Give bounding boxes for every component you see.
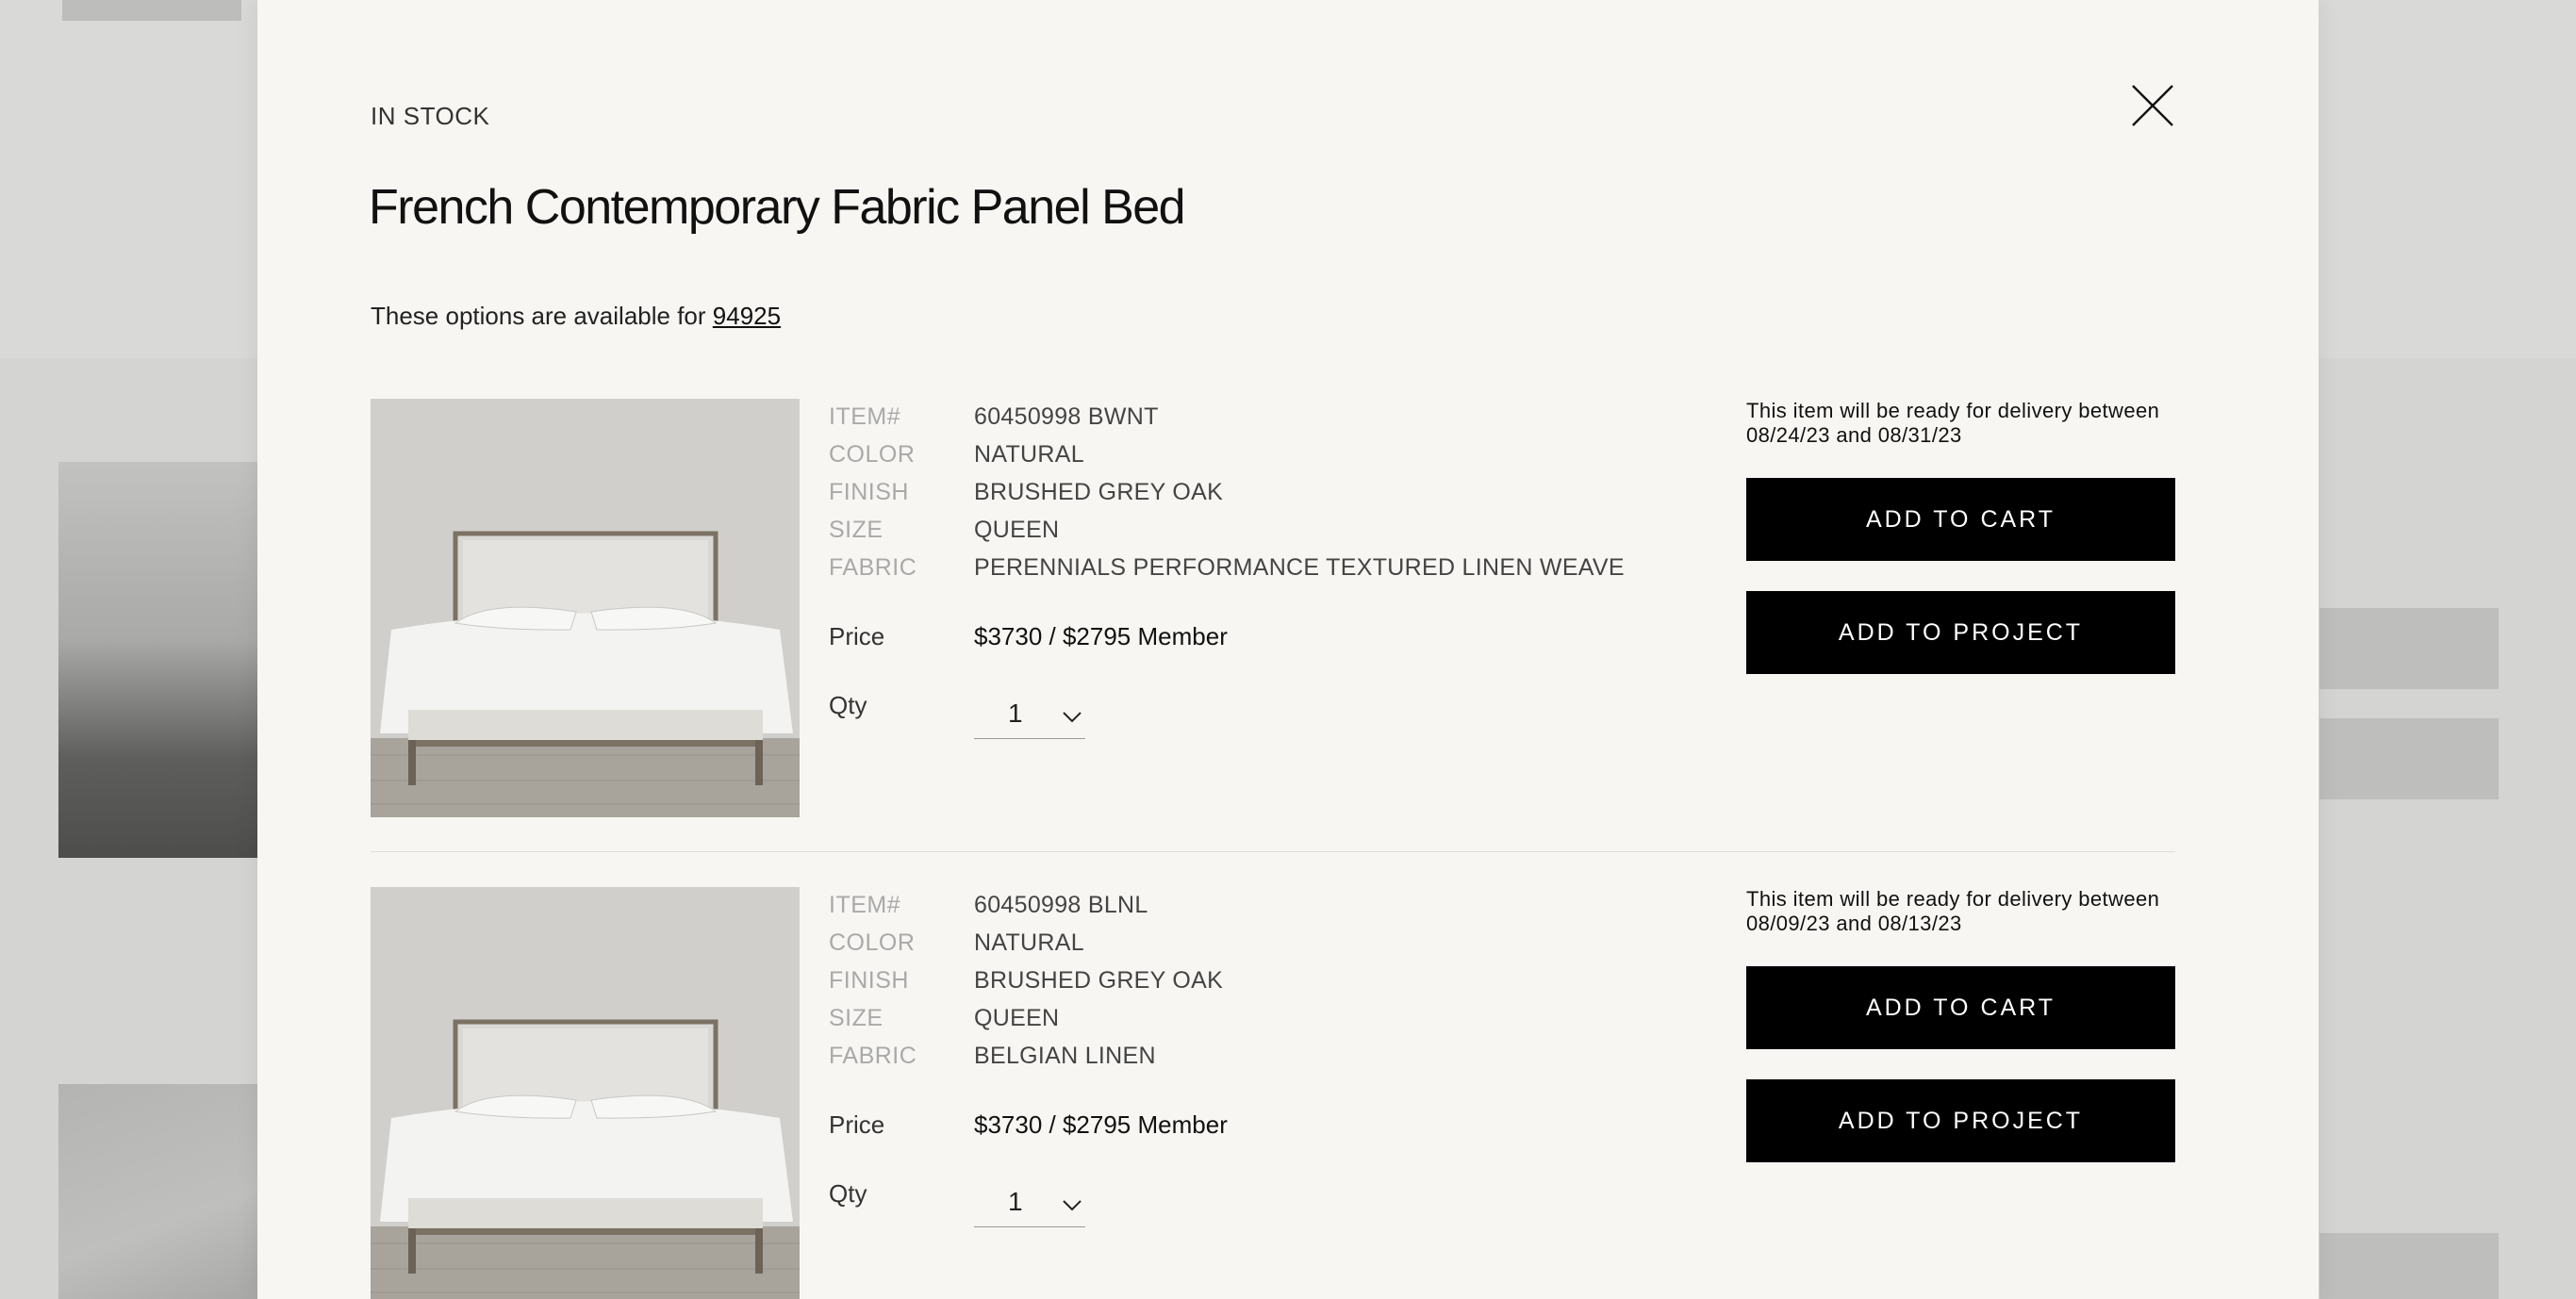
stock-status: IN STOCK xyxy=(371,102,490,130)
price-value: $3730 / $2795 Member xyxy=(974,1110,1228,1139)
item-value: 60450998 BWNT xyxy=(974,403,1159,430)
background-product-image xyxy=(58,462,285,858)
product-option: ITEM# 60450998 BWNT COLOR NATURAL FINISH… xyxy=(371,399,2175,817)
add-to-project-button[interactable]: ADD TO PROJECT xyxy=(1746,591,2175,674)
finish-label: FINISH xyxy=(829,479,909,505)
product-title: French Contemporary Fabric Panel Bed xyxy=(369,180,1186,235)
chevron-down-icon xyxy=(1063,712,1082,723)
availability-label: These options are available for xyxy=(371,302,713,330)
size-label: SIZE xyxy=(829,1005,883,1031)
finish-label: FINISH xyxy=(829,967,909,994)
bed-image xyxy=(371,887,800,1299)
finish-value: BRUSHED GREY OAK xyxy=(974,967,1224,994)
background-breadcrumb xyxy=(62,0,241,21)
qty-value: 1 xyxy=(1008,1187,1023,1216)
background-product-image xyxy=(58,1084,285,1299)
background-button xyxy=(2320,718,2499,799)
background-button xyxy=(2320,608,2499,689)
size-label: SIZE xyxy=(829,517,883,543)
fabric-value: BELGIAN LINEN xyxy=(974,1043,1156,1069)
price-value: $3730 / $2795 Member xyxy=(974,622,1228,650)
finish-value: BRUSHED GREY OAK xyxy=(974,479,1224,505)
price-label: Price xyxy=(829,622,885,650)
add-to-project-button[interactable]: ADD TO PROJECT xyxy=(1746,1079,2175,1162)
qty-dropdown[interactable]: 1 xyxy=(974,1179,1085,1227)
product-options-modal: IN STOCK French Contemporary Fabric Pane… xyxy=(257,0,2319,1299)
product-option: ITEM# 60450998 BLNL COLOR NATURAL FINISH… xyxy=(371,887,2175,1299)
qty-dropdown[interactable]: 1 xyxy=(974,691,1085,739)
color-value: NATURAL xyxy=(974,441,1084,468)
price-label: Price xyxy=(829,1110,885,1139)
close-button[interactable] xyxy=(2131,84,2174,127)
chevron-down-icon xyxy=(1063,1200,1082,1211)
postal-code-link[interactable]: 94925 xyxy=(713,302,781,330)
background-button xyxy=(2320,1233,2499,1299)
color-value: NATURAL xyxy=(974,929,1084,956)
fabric-label: FABRIC xyxy=(829,1043,917,1069)
fabric-label: FABRIC xyxy=(829,554,917,581)
item-label: ITEM# xyxy=(829,403,901,430)
bed-image xyxy=(371,399,800,817)
color-label: COLOR xyxy=(829,929,916,956)
qty-label: Qty xyxy=(829,1179,867,1208)
product-image xyxy=(371,887,800,1299)
close-icon xyxy=(2132,85,2173,126)
fabric-value: PERENNIALS PERFORMANCE TEXTURED LINEN WE… xyxy=(974,554,1625,581)
item-value: 60450998 BLNL xyxy=(974,892,1148,918)
qty-value: 1 xyxy=(1008,699,1023,728)
availability-text: These options are available for 94925 xyxy=(371,302,781,331)
size-value: QUEEN xyxy=(974,517,1060,543)
color-label: COLOR xyxy=(829,441,916,468)
delivery-estimate: This item will be ready for delivery bet… xyxy=(1746,887,2160,935)
add-to-cart-button[interactable]: ADD TO CART xyxy=(1746,478,2175,561)
product-image xyxy=(371,399,800,817)
item-label: ITEM# xyxy=(829,892,901,918)
qty-label: Qty xyxy=(829,691,867,719)
delivery-estimate: This item will be ready for delivery bet… xyxy=(1746,399,2160,447)
divider xyxy=(371,851,2175,852)
add-to-cart-button[interactable]: ADD TO CART xyxy=(1746,966,2175,1049)
size-value: QUEEN xyxy=(974,1005,1060,1031)
